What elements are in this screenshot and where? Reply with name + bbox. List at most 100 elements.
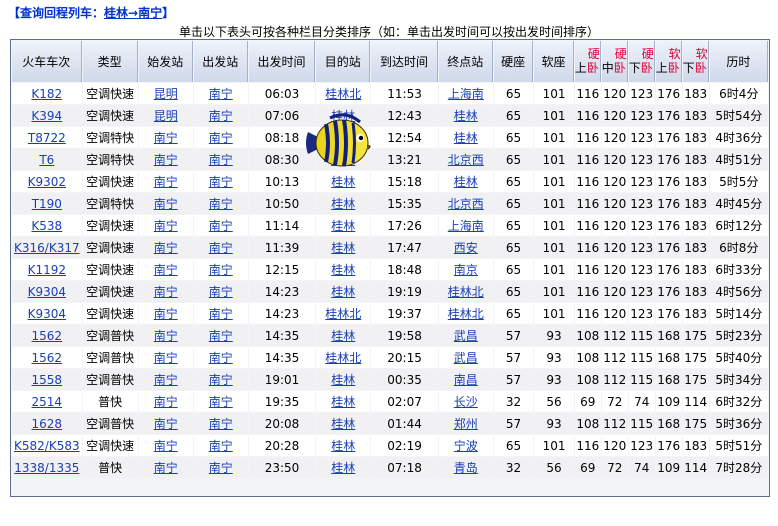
destination-station-link[interactable]: 桂林北 <box>325 307 361 321</box>
destination-station-link[interactable]: 桂林 <box>331 197 355 211</box>
origin-station-link[interactable]: 南宁 <box>154 417 178 431</box>
origin-station-link[interactable]: 昆明 <box>154 87 178 101</box>
origin-station-link[interactable]: 南宁 <box>154 329 178 343</box>
train-number-link[interactable]: T6 <box>39 153 54 167</box>
origin-station-link[interactable]: 南宁 <box>154 241 178 255</box>
column-header-15[interactable]: 历时 <box>709 41 768 82</box>
departure-station-link[interactable]: 南宁 <box>209 307 233 321</box>
train-number-link[interactable]: T190 <box>32 197 62 211</box>
train-number-link[interactable]: K538 <box>31 219 62 233</box>
destination-station-link[interactable]: 桂林北 <box>325 351 361 365</box>
origin-station-link[interactable]: 南宁 <box>154 373 178 387</box>
destination-station-link[interactable]: 桂林 <box>331 373 355 387</box>
origin-station-link[interactable]: 南宁 <box>154 263 178 277</box>
departure-station-link[interactable]: 南宁 <box>209 351 233 365</box>
return-route-link[interactable]: 桂林→南宁 <box>104 6 162 20</box>
column-header-13[interactable]: 软上卧 <box>655 41 682 82</box>
train-number-link[interactable]: 1562 <box>32 351 63 365</box>
train-number-link[interactable]: K1192 <box>28 263 66 277</box>
departure-station-link[interactable]: 南宁 <box>209 395 233 409</box>
origin-station-link[interactable]: 南宁 <box>154 219 178 233</box>
column-header-2[interactable]: 始发站 <box>138 41 193 82</box>
origin-station-link[interactable]: 南宁 <box>154 175 178 189</box>
terminal-station-link[interactable]: 南京 <box>454 263 478 277</box>
destination-station-link[interactable]: 桂林 <box>331 439 355 453</box>
train-number-link[interactable]: 2514 <box>32 395 63 409</box>
departure-station-link[interactable]: 南宁 <box>209 285 233 299</box>
column-header-5[interactable]: 目的站 <box>316 41 371 82</box>
column-header-8[interactable]: 硬座 <box>493 41 534 82</box>
column-header-9[interactable]: 软座 <box>534 41 574 82</box>
terminal-station-link[interactable]: 青岛 <box>454 461 478 475</box>
terminal-station-link[interactable]: 上海南 <box>448 87 484 101</box>
column-header-3[interactable]: 出发站 <box>193 41 248 82</box>
column-header-6[interactable]: 到达时间 <box>371 41 438 82</box>
terminal-station-link[interactable]: 北京西 <box>448 153 484 167</box>
destination-station-link[interactable]: 桂林 <box>331 219 355 233</box>
departure-station-link[interactable]: 南宁 <box>209 175 233 189</box>
train-number-link[interactable]: 1558 <box>32 373 63 387</box>
departure-station-link[interactable]: 南宁 <box>209 263 233 277</box>
departure-station-link[interactable]: 南宁 <box>209 109 233 123</box>
terminal-station-link[interactable]: 桂林北 <box>448 307 484 321</box>
train-number-link[interactable]: K9302 <box>28 175 66 189</box>
terminal-station-link[interactable]: 南昌 <box>454 373 478 387</box>
terminal-station-link[interactable]: 武昌 <box>454 351 478 365</box>
destination-station-link[interactable]: 桂林 <box>331 241 355 255</box>
train-number-link[interactable]: K582/K583 <box>14 439 80 453</box>
origin-station-link[interactable]: 南宁 <box>154 285 178 299</box>
train-number-link[interactable]: K394 <box>31 109 62 123</box>
departure-station-link[interactable]: 南宁 <box>209 219 233 233</box>
departure-station-link[interactable]: 南宁 <box>209 241 233 255</box>
departure-station-link[interactable]: 南宁 <box>209 417 233 431</box>
terminal-station-link[interactable]: 桂林 <box>454 131 478 145</box>
origin-station-link[interactable]: 南宁 <box>154 197 178 211</box>
terminal-station-link[interactable]: 郑州 <box>454 417 478 431</box>
destination-station-link[interactable]: 桂林 <box>331 417 355 431</box>
origin-station-link[interactable]: 南宁 <box>154 461 178 475</box>
destination-station-link[interactable]: 桂林 <box>331 461 355 475</box>
departure-station-link[interactable]: 南宁 <box>209 197 233 211</box>
column-header-12[interactable]: 硬下卧 <box>628 41 655 82</box>
train-number-link[interactable]: T8722 <box>28 131 66 145</box>
terminal-station-link[interactable]: 西安 <box>454 241 478 255</box>
origin-station-link[interactable]: 南宁 <box>154 131 178 145</box>
origin-station-link[interactable]: 南宁 <box>154 153 178 167</box>
terminal-station-link[interactable]: 宁波 <box>454 439 478 453</box>
origin-station-link[interactable]: 南宁 <box>154 439 178 453</box>
departure-station-link[interactable]: 南宁 <box>209 439 233 453</box>
column-header-10[interactable]: 硬上卧 <box>574 41 601 82</box>
departure-station-link[interactable]: 南宁 <box>209 461 233 475</box>
terminal-station-link[interactable]: 桂林 <box>454 175 478 189</box>
terminal-station-link[interactable]: 长沙 <box>454 395 478 409</box>
train-number-link[interactable]: K182 <box>31 87 62 101</box>
train-number-link[interactable]: K316/K317 <box>14 241 80 255</box>
terminal-station-link[interactable]: 上海南 <box>448 219 484 233</box>
train-number-link[interactable]: K9304 <box>28 285 66 299</box>
column-header-4[interactable]: 出发时间 <box>248 41 316 82</box>
destination-station-link[interactable]: 桂林北 <box>325 87 361 101</box>
origin-station-link[interactable]: 南宁 <box>154 351 178 365</box>
destination-station-link[interactable]: 桂林 <box>331 175 355 189</box>
origin-station-link[interactable]: 南宁 <box>154 395 178 409</box>
column-header-0[interactable]: 火车车次 <box>12 41 82 82</box>
column-header-7[interactable]: 终点站 <box>438 41 493 82</box>
train-number-link[interactable]: 1562 <box>32 329 63 343</box>
terminal-station-link[interactable]: 北京西 <box>448 197 484 211</box>
origin-station-link[interactable]: 南宁 <box>154 307 178 321</box>
departure-station-link[interactable]: 南宁 <box>209 87 233 101</box>
terminal-station-link[interactable]: 桂林北 <box>448 285 484 299</box>
destination-station-link[interactable]: 桂林 <box>331 329 355 343</box>
departure-station-link[interactable]: 南宁 <box>209 153 233 167</box>
departure-station-link[interactable]: 南宁 <box>209 373 233 387</box>
terminal-station-link[interactable]: 桂林 <box>454 109 478 123</box>
destination-station-link[interactable]: 桂林 <box>331 285 355 299</box>
departure-station-link[interactable]: 南宁 <box>209 131 233 145</box>
train-number-link[interactable]: 1628 <box>32 417 63 431</box>
departure-station-link[interactable]: 南宁 <box>209 329 233 343</box>
origin-station-link[interactable]: 昆明 <box>154 109 178 123</box>
train-number-link[interactable]: 1338/1335 <box>14 461 79 475</box>
column-header-11[interactable]: 硬中卧 <box>601 41 628 82</box>
column-header-14[interactable]: 软下卧 <box>682 41 709 82</box>
column-header-1[interactable]: 类型 <box>82 41 138 82</box>
